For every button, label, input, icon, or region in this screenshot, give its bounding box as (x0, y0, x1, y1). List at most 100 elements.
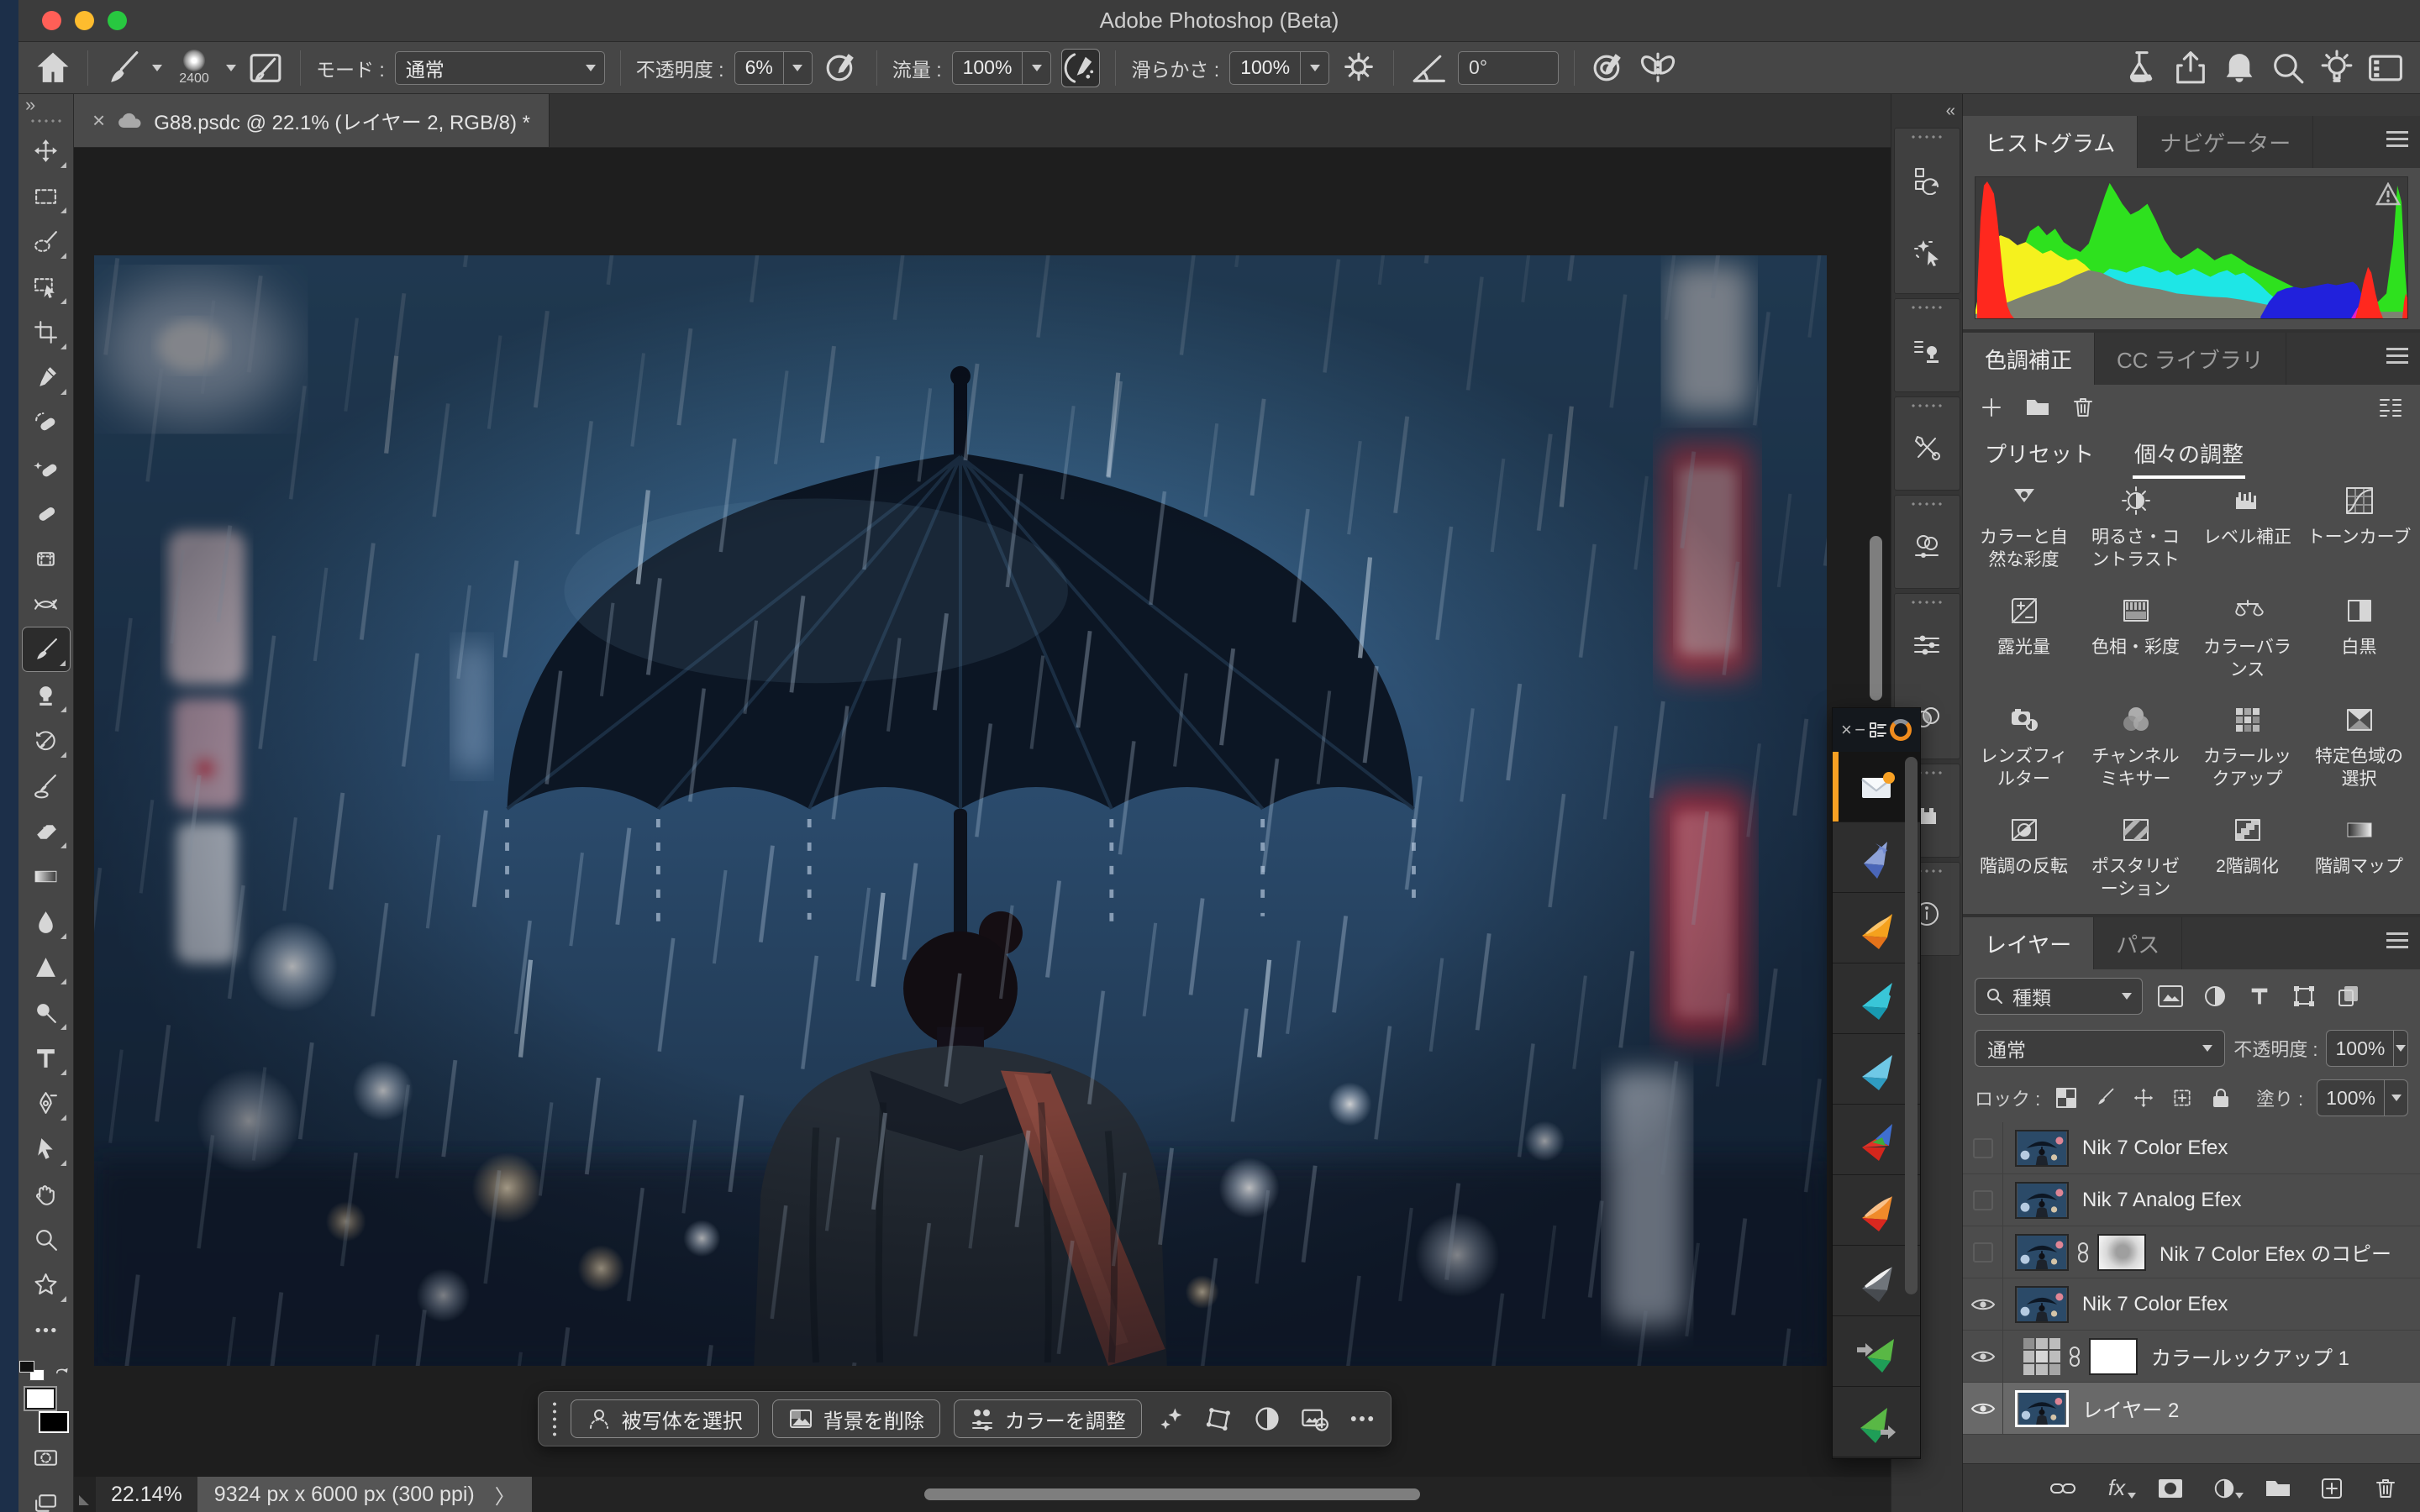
task-bar-drag-handle[interactable] (550, 1400, 557, 1437)
panel-menu-icon[interactable] (2386, 932, 2408, 953)
collapse-dock-chevrons[interactable]: ‹‹ (1891, 94, 1962, 128)
panel-grip[interactable] (1910, 304, 1944, 311)
minimize-window-button[interactable] (75, 11, 94, 30)
contextual-task-bar[interactable]: 被写体を選択 背景を削除 カラーを調整 (538, 1391, 1392, 1446)
nik-collection-panel[interactable]: × − (1832, 707, 1921, 1459)
nik-scrollbar[interactable] (1905, 757, 1918, 1294)
eyedropper-tool[interactable] (22, 354, 71, 400)
new-adjustment-layer-icon[interactable] (2210, 1474, 2238, 1503)
canvas-horizontal-scrollbar[interactable] (924, 1488, 1420, 1500)
color-adjust-icon[interactable] (1897, 511, 1956, 583)
tab-histogram[interactable]: ヒストグラム (1963, 116, 2138, 168)
adjustment-half-circle-icon[interactable] (1250, 1399, 1284, 1438)
document-dimensions[interactable]: 9324 px x 6000 px (300 ppi) 〉 (197, 1477, 532, 1512)
close-icon[interactable]: × (1841, 721, 1852, 739)
visibility-toggle[interactable] (1963, 1278, 2003, 1330)
adjustment-exposure[interactable]: 露光量 (1968, 594, 2080, 682)
patch-tool[interactable] (22, 536, 71, 581)
new-group-icon[interactable] (2264, 1474, 2292, 1503)
layer-opacity-combo[interactable]: 100% (2326, 1030, 2408, 1067)
adjustment-hue-saturation[interactable]: 色相・彩度 (2080, 594, 2191, 682)
marquee-tool[interactable] (22, 173, 71, 218)
panel-grip[interactable] (1910, 501, 1944, 507)
add-mask-icon[interactable] (2156, 1474, 2185, 1503)
transform-icon[interactable] (1202, 1399, 1236, 1438)
layer-thumbnail[interactable] (2015, 1182, 2069, 1219)
canvas-vertical-scrollbar[interactable] (1870, 536, 1882, 701)
lock-all-icon[interactable] (2208, 1085, 2233, 1110)
link-layers-icon[interactable] (2049, 1474, 2077, 1503)
document-tab[interactable]: × G88.psdc @ 22.1% (レイヤー 2, RGB/8) * (74, 94, 550, 147)
layer-filter-select[interactable]: 種類 (1975, 978, 2143, 1015)
layer-mask-thumbnail[interactable] (2097, 1234, 2146, 1271)
subtab-single-adjustments[interactable]: 個々の調整 (2133, 431, 2245, 475)
adjust-colors-button[interactable]: カラーを調整 (954, 1399, 1142, 1438)
healing-brush-tool[interactable] (22, 491, 71, 536)
tab-cc-libraries[interactable]: CC ライブラリ (2095, 333, 2286, 385)
panel-grip[interactable] (1910, 134, 1944, 140)
new-group-folder-icon[interactable] (2025, 396, 2050, 418)
chevron-down-icon[interactable] (1300, 52, 1328, 84)
filter-shape-layers-icon[interactable] (2287, 979, 2321, 1013)
add-preset-icon[interactable] (1980, 396, 2003, 419)
layer-row[interactable]: Nik 7 Color Efex (1963, 1278, 2420, 1331)
adjustment-posterize[interactable]: ポスタリゼーション (2080, 813, 2191, 901)
selection-brush-tool[interactable] (22, 218, 71, 264)
workspace-switcher-icon[interactable] (2366, 49, 2405, 87)
layer-row[interactable]: Nik 7 Color Efex (1963, 1122, 2420, 1174)
layer-thumbnail[interactable] (2015, 1130, 2069, 1167)
minimize-icon[interactable]: − (1854, 721, 1865, 739)
clone-stamp-tool[interactable] (22, 672, 71, 717)
chevron-down-icon[interactable] (226, 65, 236, 76)
visibility-toggle[interactable] (1963, 1226, 2003, 1278)
layer-thumbnail[interactable] (2015, 1286, 2069, 1323)
add-image-icon[interactable] (1297, 1399, 1331, 1438)
tab-navigator[interactable]: ナビゲーター (2138, 116, 2313, 168)
close-tab-icon[interactable]: × (92, 108, 105, 134)
clone-source-icon[interactable] (1897, 314, 1956, 386)
content-aware-move-tool[interactable] (22, 581, 71, 627)
crop-tool[interactable] (22, 309, 71, 354)
zoom-tool[interactable] (22, 1216, 71, 1262)
layer-mask-thumbnail[interactable] (2089, 1338, 2138, 1375)
generative-sparkle-icon[interactable] (1155, 1399, 1189, 1438)
layer-row[interactable]: Nik 7 Color Efex のコピー (1963, 1226, 2420, 1278)
settings-icon[interactable] (1869, 721, 1887, 739)
brush-tool-preset-button[interactable] (103, 49, 142, 87)
lock-transparency-icon[interactable] (2054, 1085, 2079, 1110)
zoom-level[interactable]: 22.14% (96, 1477, 197, 1512)
new-layer-icon[interactable] (2317, 1474, 2346, 1503)
layer-row-selected[interactable]: レイヤー 2 (1963, 1383, 2420, 1435)
brush-angle-field[interactable]: 0° (1458, 51, 1559, 85)
close-window-button[interactable] (42, 11, 61, 30)
hand-tool[interactable] (22, 1171, 71, 1216)
dodge-tool[interactable] (22, 990, 71, 1035)
layer-fill-combo[interactable]: 100% (2317, 1079, 2408, 1116)
flow-combo[interactable]: 100% (952, 51, 1052, 85)
path-selection-tool[interactable] (22, 1126, 71, 1171)
chevron-right-icon[interactable]: 〉 (495, 1480, 515, 1509)
delete-layer-trash-icon[interactable] (2371, 1474, 2400, 1503)
tab-adjustments[interactable]: 色調補正 (1963, 333, 2095, 385)
color-lookup-layer-icon[interactable] (2023, 1338, 2060, 1375)
visibility-toggle[interactable] (1963, 1383, 2003, 1434)
toggle-brush-settings-button[interactable] (246, 49, 285, 87)
adjustment-threshold[interactable]: 2階調化 (2191, 813, 2303, 901)
brush-tool[interactable] (22, 627, 71, 672)
canvas-viewport[interactable]: 被写体を選択 背景を削除 カラーを調整 (74, 148, 1891, 1477)
adjustment-selective-color[interactable]: 特定色域の選択 (2303, 703, 2415, 791)
histogram-warning-icon[interactable] (2375, 182, 2401, 206)
smoothing-combo[interactable]: 100% (1229, 51, 1329, 85)
chevron-down-icon[interactable] (1022, 52, 1050, 84)
move-tool[interactable] (22, 128, 71, 173)
beta-flask-icon[interactable] (2123, 49, 2161, 87)
chevron-down-icon[interactable] (2384, 1080, 2407, 1116)
panel-grip[interactable] (1910, 402, 1944, 409)
select-subject-button[interactable]: 被写体を選択 (571, 1399, 759, 1438)
adjustment-channel-mixer[interactable]: チャンネルミキサー (2080, 703, 2191, 791)
adjustment-black-white[interactable]: 白黒 (2303, 594, 2415, 682)
toolbar-grip[interactable] (29, 118, 63, 124)
remove-background-button[interactable]: 背景を削除 (772, 1399, 940, 1438)
type-tool[interactable] (22, 1035, 71, 1080)
layer-thumbnail[interactable] (2015, 1390, 2069, 1427)
